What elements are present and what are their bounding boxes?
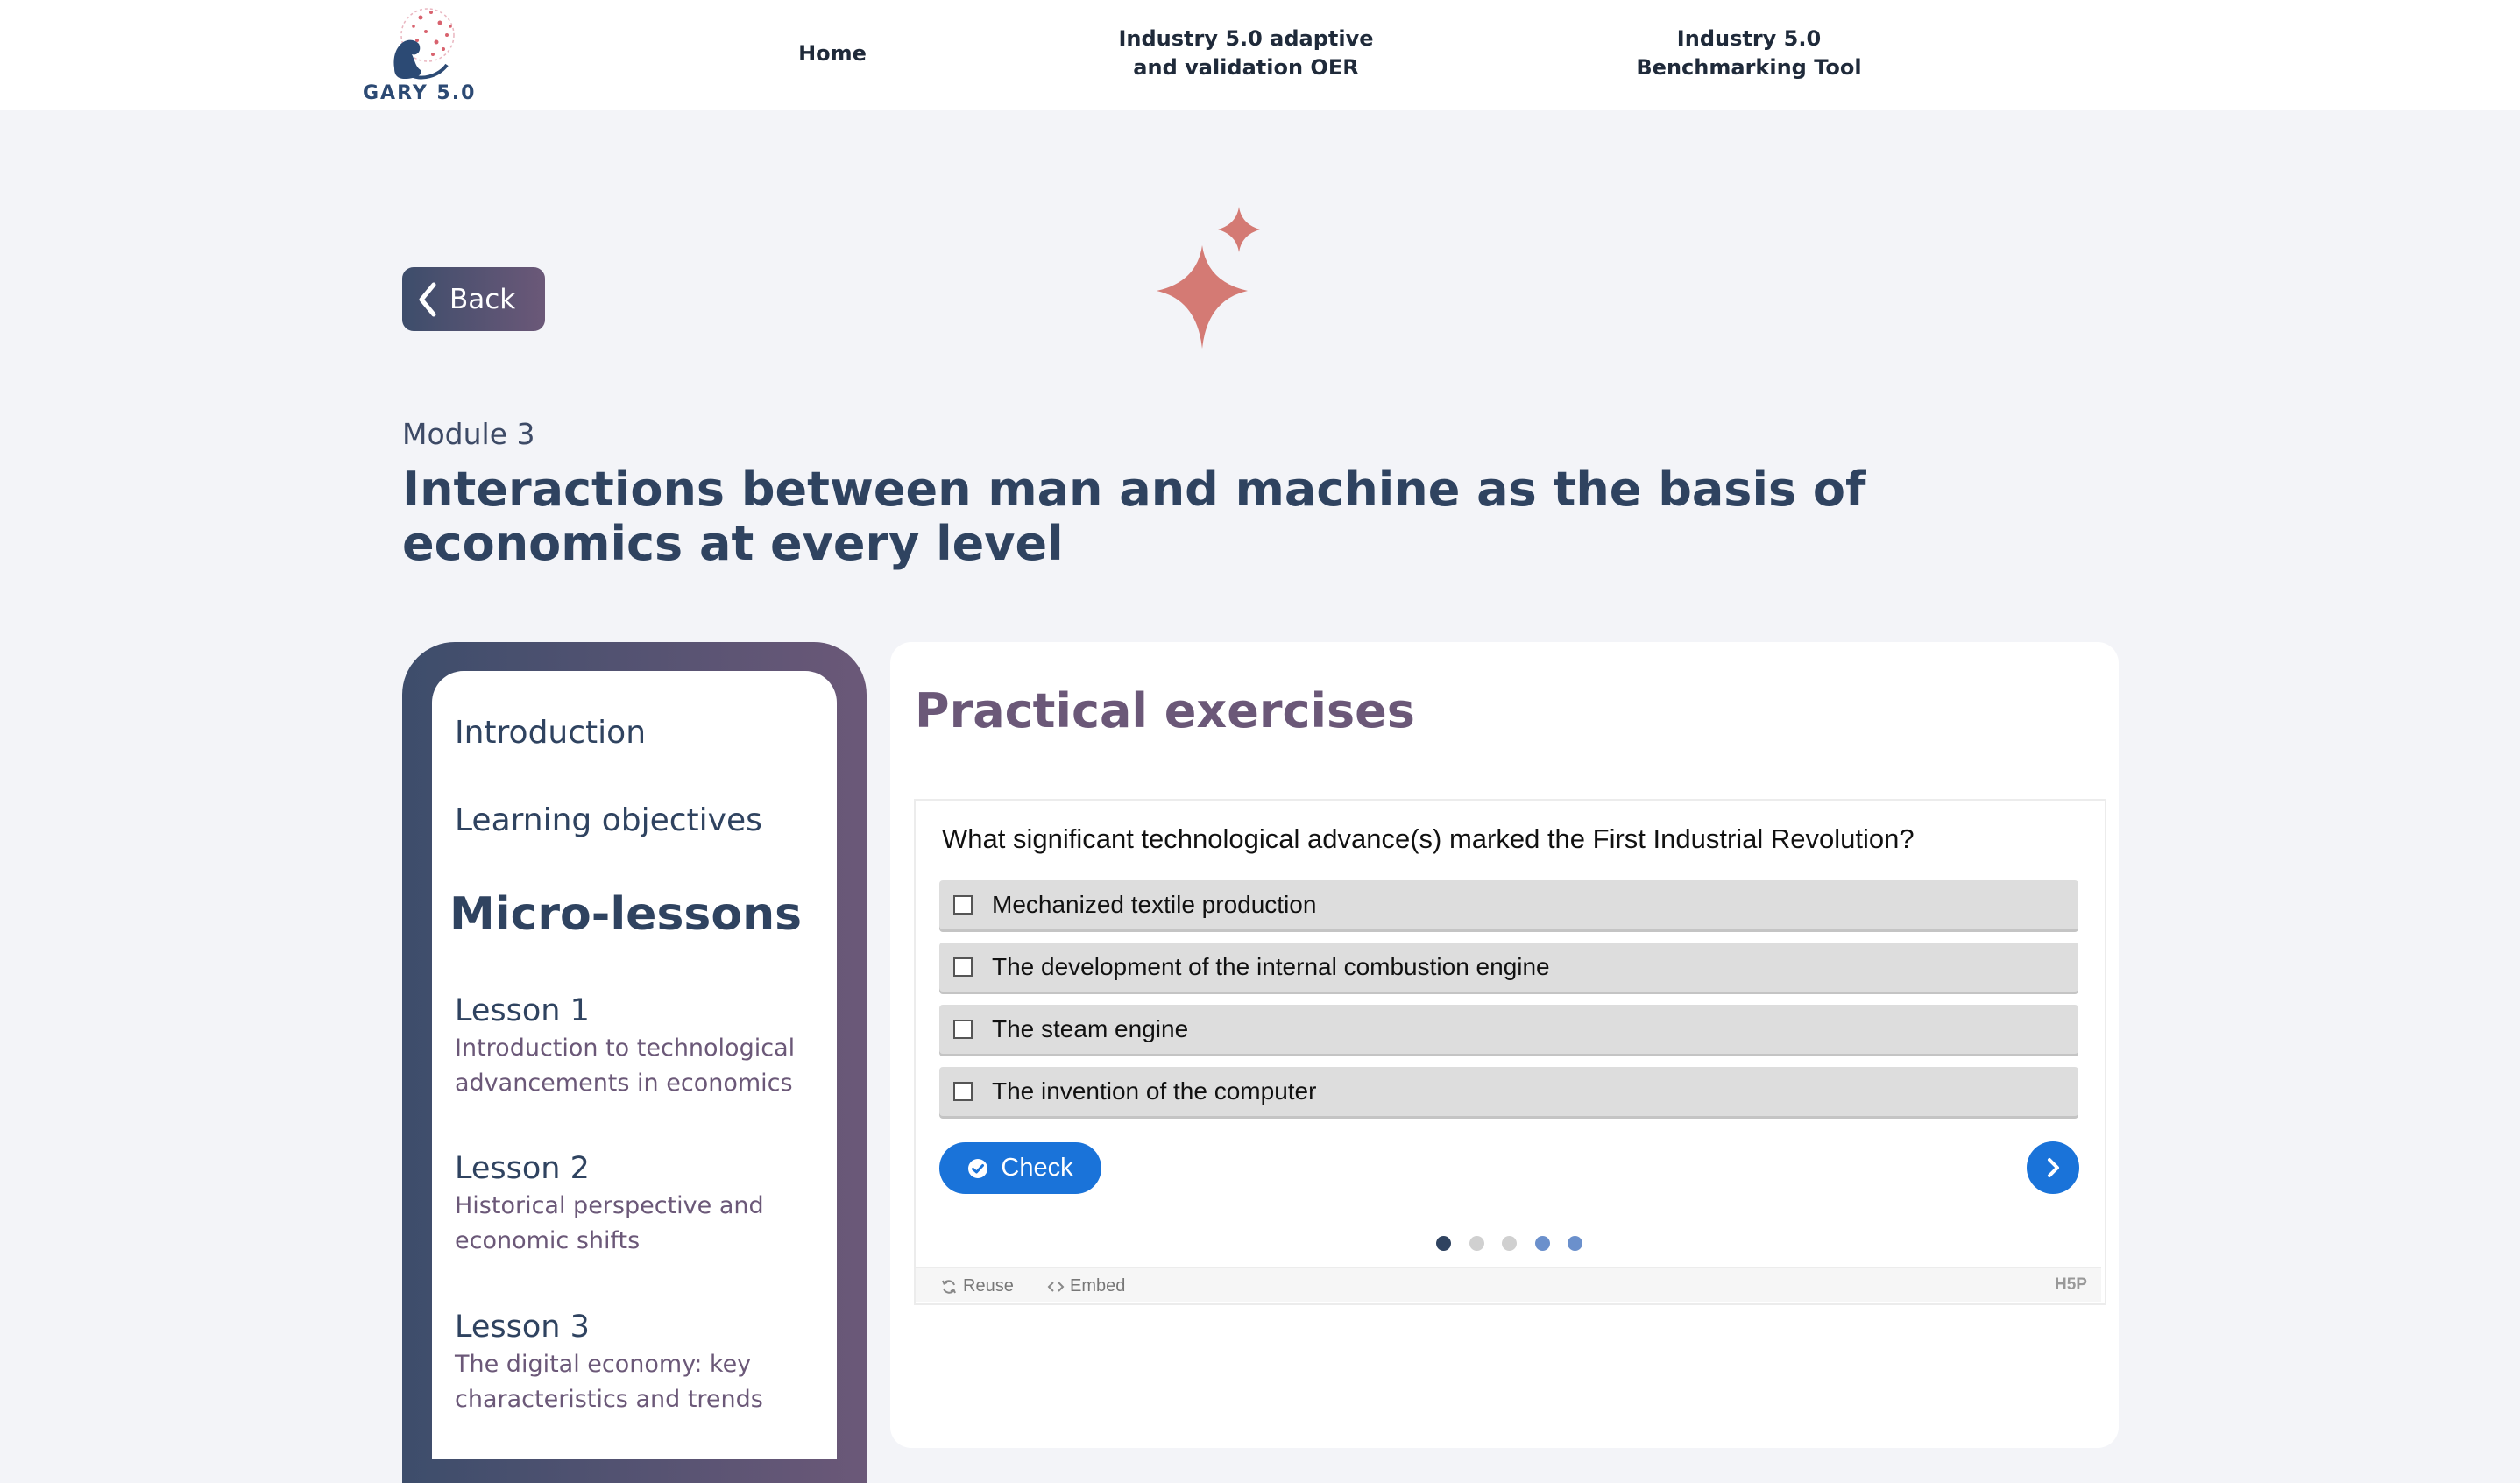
logo-text: GARY 5.0 — [363, 82, 477, 104]
sidebar-item-lesson-1[interactable]: Lesson 1 — [455, 993, 590, 1028]
answer-label: The invention of the computer — [992, 1077, 1317, 1105]
module-label: Module 3 — [402, 417, 535, 451]
answer-label: The development of the internal combusti… — [992, 953, 1550, 980]
pagination-dot-2[interactable] — [1469, 1236, 1484, 1251]
answer-option-4[interactable]: The invention of the computer — [939, 1067, 2078, 1116]
site-header: GARY 5.0 Home Industry 5.0 adaptive and … — [0, 0, 2520, 110]
embed-button[interactable]: Embed — [1047, 1276, 1125, 1296]
nav-oer-line1: Industry 5.0 adaptive — [1118, 26, 1374, 51]
sidebar-item-lesson-3[interactable]: Lesson 3 — [455, 1310, 590, 1345]
checkbox[interactable] — [953, 1082, 973, 1101]
check-label: Check — [1001, 1154, 1073, 1182]
back-button[interactable]: Back — [402, 267, 545, 331]
chevron-right-icon — [2048, 1158, 2059, 1177]
embed-label: Embed — [1070, 1276, 1126, 1296]
reuse-label: Reuse — [963, 1276, 1014, 1296]
checkbox[interactable] — [953, 1020, 973, 1039]
answer-option-3[interactable]: The steam engine — [939, 1005, 2078, 1054]
back-label: Back — [449, 283, 516, 315]
quiz-question: What significant technological advance(s… — [942, 823, 1915, 854]
pagination-dot-4[interactable] — [1535, 1236, 1550, 1251]
answer-label: Mechanized textile production — [992, 891, 1317, 918]
pagination-dot-1[interactable] — [1436, 1236, 1451, 1251]
sidebar-heading-micro-lessons: Micro-lessons — [449, 888, 803, 941]
pagination-dot-5[interactable] — [1568, 1236, 1582, 1251]
check-circle-icon — [968, 1158, 988, 1178]
lesson-2-description[interactable]: Historical perspective and economic shif… — [455, 1189, 805, 1259]
nav-oer[interactable]: Industry 5.0 adaptive and validation OER — [1115, 25, 1377, 82]
section-title: Practical exercises — [915, 683, 1415, 738]
check-button[interactable]: Check — [939, 1142, 1101, 1194]
sparkle-icon — [1157, 207, 1260, 349]
next-button[interactable] — [2027, 1141, 2079, 1194]
nav-bench-line2: Benchmarking Tool — [1636, 55, 1862, 80]
answer-option-1[interactable]: Mechanized textile production — [939, 880, 2078, 929]
checkbox[interactable] — [953, 895, 973, 915]
pagination-dot-3[interactable] — [1502, 1236, 1517, 1251]
lesson-3-description[interactable]: The digital economy: key characteristics… — [455, 1347, 805, 1417]
chevron-left-icon — [419, 282, 436, 316]
answer-option-2[interactable]: The development of the internal combusti… — [939, 943, 2078, 992]
page-title: Interactions between man and machine as … — [402, 462, 1866, 571]
nav-bench-line1: Industry 5.0 — [1676, 26, 1822, 51]
sidebar-item-learning-objectives[interactable]: Learning objectives — [455, 802, 762, 838]
reuse-button[interactable]: Reuse — [940, 1276, 1014, 1296]
lesson-1-description[interactable]: Introduction to technological advancemen… — [455, 1031, 805, 1101]
embed-icon — [1047, 1281, 1065, 1292]
sidebar-item-lesson-2[interactable]: Lesson 2 — [455, 1151, 590, 1186]
sidebar-item-introduction[interactable]: Introduction — [455, 715, 646, 751]
reuse-icon — [942, 1279, 956, 1294]
h5p-logo[interactable]: H5P — [2055, 1275, 2087, 1295]
nav-home[interactable]: Home — [789, 39, 876, 68]
nav-benchmarking-tool[interactable]: Industry 5.0 Benchmarking Tool — [1617, 25, 1880, 82]
answer-label: The steam engine — [992, 1015, 1189, 1042]
nav-oer-line2: and validation OER — [1133, 55, 1359, 80]
checkbox[interactable] — [953, 957, 973, 977]
